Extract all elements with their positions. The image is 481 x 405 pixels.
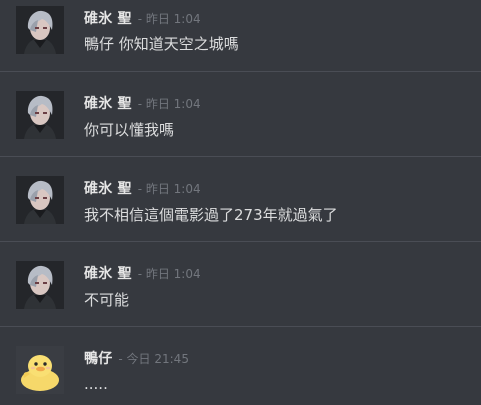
message-timestamp: - 今日 21:45 — [118, 352, 189, 366]
message-timestamp: - 昨日 1:04 — [137, 182, 201, 196]
user-avatar[interactable] — [16, 91, 64, 139]
message-item: 碓氷 聖 - 昨日 1:04 鴨仔 你知道天空之城嗎 — [0, 0, 481, 72]
anime-boy-avatar-icon — [16, 6, 64, 54]
message-item: 碓氷 聖 - 昨日 1:04 我不相信這個電影過了273年就過氣了 — [0, 157, 481, 242]
message-header: 碓氷 聖 - 昨日 1:04 — [84, 263, 201, 283]
message-timestamp: - 昨日 1:04 — [137, 12, 201, 26]
author-name[interactable]: 碓氷 聖 — [84, 93, 132, 113]
message-item: 碓氷 聖 - 昨日 1:04 你可以懂我嗎 — [0, 72, 481, 157]
user-avatar[interactable] — [16, 6, 64, 54]
anime-boy-avatar-icon — [16, 176, 64, 224]
message-header: 碓氷 聖 - 昨日 1:04 — [84, 8, 201, 28]
message-content: 你可以懂我嗎 — [84, 121, 175, 139]
message-header: 碓氷 聖 - 昨日 1:04 — [84, 93, 201, 113]
user-avatar[interactable] — [16, 346, 64, 394]
user-avatar[interactable] — [16, 261, 64, 309]
author-name[interactable]: 鴨仔 — [84, 348, 112, 368]
yellow-duck-avatar-icon — [16, 346, 64, 394]
message-timestamp: - 昨日 1:04 — [137, 97, 201, 111]
message-content: 鴨仔 你知道天空之城嗎 — [84, 35, 239, 53]
anime-boy-avatar-icon — [16, 261, 64, 309]
user-avatar[interactable] — [16, 176, 64, 224]
author-name[interactable]: 碓氷 聖 — [84, 8, 132, 28]
message-header: 鴨仔 - 今日 21:45 — [84, 348, 189, 368]
message-item: 鴨仔 - 今日 21:45 ..... — [0, 327, 481, 405]
author-name[interactable]: 碓氷 聖 — [84, 178, 132, 198]
author-name[interactable]: 碓氷 聖 — [84, 263, 132, 283]
message-content: 我不相信這個電影過了273年就過氣了 — [84, 206, 338, 224]
message-header: 碓氷 聖 - 昨日 1:04 — [84, 178, 201, 198]
anime-boy-avatar-icon — [16, 91, 64, 139]
message-item: 碓氷 聖 - 昨日 1:04 不可能 — [0, 242, 481, 327]
message-content: ..... — [84, 375, 108, 393]
message-timestamp: - 昨日 1:04 — [137, 267, 201, 281]
message-content: 不可能 — [84, 291, 130, 309]
chat-log: 碓氷 聖 - 昨日 1:04 鴨仔 你知道天空之城嗎 碓氷 聖 - 昨日 1:0… — [0, 0, 481, 405]
